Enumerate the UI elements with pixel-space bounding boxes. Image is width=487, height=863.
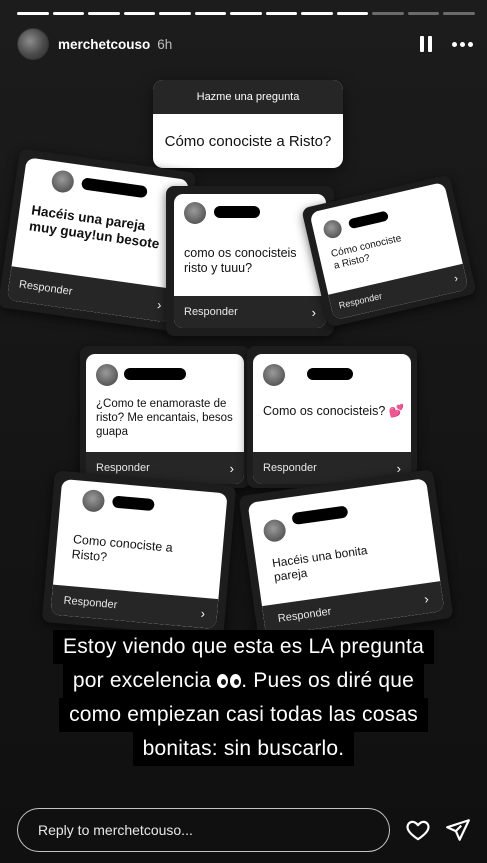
answer-avatar — [184, 202, 206, 224]
redacted-username — [111, 495, 155, 512]
answer-avatar — [263, 364, 285, 386]
reply-label: Responder — [96, 462, 150, 474]
reply-label: Responder — [263, 462, 317, 474]
heart-icon[interactable] — [405, 817, 431, 843]
chevron-right-icon: › — [423, 590, 430, 606]
more-icon[interactable] — [452, 41, 473, 47]
chevron-right-icon: › — [156, 296, 163, 312]
progress-segment — [265, 12, 298, 15]
question-header: Hazme una pregunta — [153, 80, 343, 114]
reply-bar[interactable]: Responder › — [174, 296, 326, 328]
progress-segment — [17, 12, 49, 15]
send-icon[interactable] — [445, 817, 471, 843]
story-caption: Estoy viendo que esta es LA pregunta por… — [0, 630, 487, 766]
story-progress-bar — [17, 12, 475, 15]
pause-icon[interactable] — [420, 36, 434, 52]
answer-avatar — [81, 488, 106, 513]
post-time: 6h — [157, 36, 173, 52]
caption-line: Estoy viendo que esta es LA pregunta — [53, 630, 434, 664]
answer-text: Hacéis una pareja muy guay!un besote — [28, 202, 161, 252]
caption-text: . Pues os diré que — [241, 669, 415, 692]
question-text: Cómo conociste a Risto? — [164, 132, 332, 150]
redacted-username — [214, 206, 260, 218]
chevron-right-icon: › — [311, 304, 316, 320]
answer-text: Cómo conociste a Risto? — [330, 233, 403, 272]
progress-segment — [407, 12, 440, 15]
redacted-username — [307, 368, 353, 380]
answer-avatar — [50, 169, 76, 194]
reply-label: Responder — [63, 594, 118, 612]
reply-input[interactable] — [38, 822, 389, 838]
answer-avatar — [262, 518, 288, 544]
progress-segment — [230, 12, 262, 15]
redacted-username — [80, 177, 148, 199]
caption-line: por excelencia . Pues os diré que — [62, 664, 425, 698]
progress-segment — [194, 12, 227, 15]
progress-segment — [52, 12, 85, 15]
caption-line: como empiezan casi todas las cosas — [59, 698, 428, 732]
answer-text: Hacéis una bonita pareja — [271, 543, 369, 585]
redacted-username — [291, 505, 349, 526]
reply-input-wrapper[interactable] — [17, 808, 390, 852]
answer-card: ¿Como te enamoraste de risto? Me encanta… — [86, 354, 244, 484]
chevron-right-icon: › — [229, 460, 234, 476]
progress-segment — [372, 12, 404, 15]
story-header: merchetcouso 6h — [17, 24, 473, 64]
reply-label: Responder — [184, 306, 238, 318]
username[interactable]: merchetcouso — [58, 37, 150, 52]
story-viewer[interactable]: merchetcouso 6h Hazme una pregunta Cómo … — [0, 0, 487, 863]
progress-segment — [123, 12, 156, 15]
caption-text: por excelencia — [72, 669, 212, 692]
progress-segment — [301, 12, 333, 15]
answer-text: como os conocisteis risto y tuuu? — [184, 246, 297, 275]
redacted-username — [124, 368, 186, 380]
reply-bar[interactable]: Responder › — [328, 263, 469, 321]
progress-segment — [88, 12, 120, 15]
progress-segment-current — [336, 12, 369, 15]
avatar[interactable] — [17, 28, 49, 60]
redacted-username — [347, 210, 390, 230]
chevron-right-icon: › — [200, 605, 206, 621]
reply-label: Responder — [277, 605, 333, 626]
answer-text: Como os conocisteis? 💕 — [263, 404, 405, 418]
progress-segment — [443, 12, 475, 15]
answer-card: Hacéis una pareja muy guay!un besote Res… — [6, 157, 190, 323]
answer-text: ¿Como te enamoraste de risto? Me encanta… — [96, 398, 233, 438]
answer-card: Como os conocisteis? 💕 Responder › — [253, 354, 411, 484]
reply-label: Responder — [18, 278, 74, 298]
caption-line: bonitas: sin buscarlo. — [132, 732, 355, 766]
answer-card: Como conociste a Risto? Responder › — [50, 479, 228, 629]
answer-card: Hacéis una bonita pareja Responder › — [247, 478, 445, 636]
answer-text: Como conociste a Risto? — [71, 532, 174, 565]
eyes-emoji — [217, 674, 242, 689]
question-sticker: Hazme una pregunta Cómo conociste a Rist… — [153, 80, 343, 168]
answer-avatar — [96, 364, 118, 386]
chevron-right-icon: › — [452, 272, 460, 285]
answer-avatar — [321, 218, 344, 240]
progress-segment — [159, 12, 191, 15]
reply-label: Responder — [337, 290, 384, 311]
